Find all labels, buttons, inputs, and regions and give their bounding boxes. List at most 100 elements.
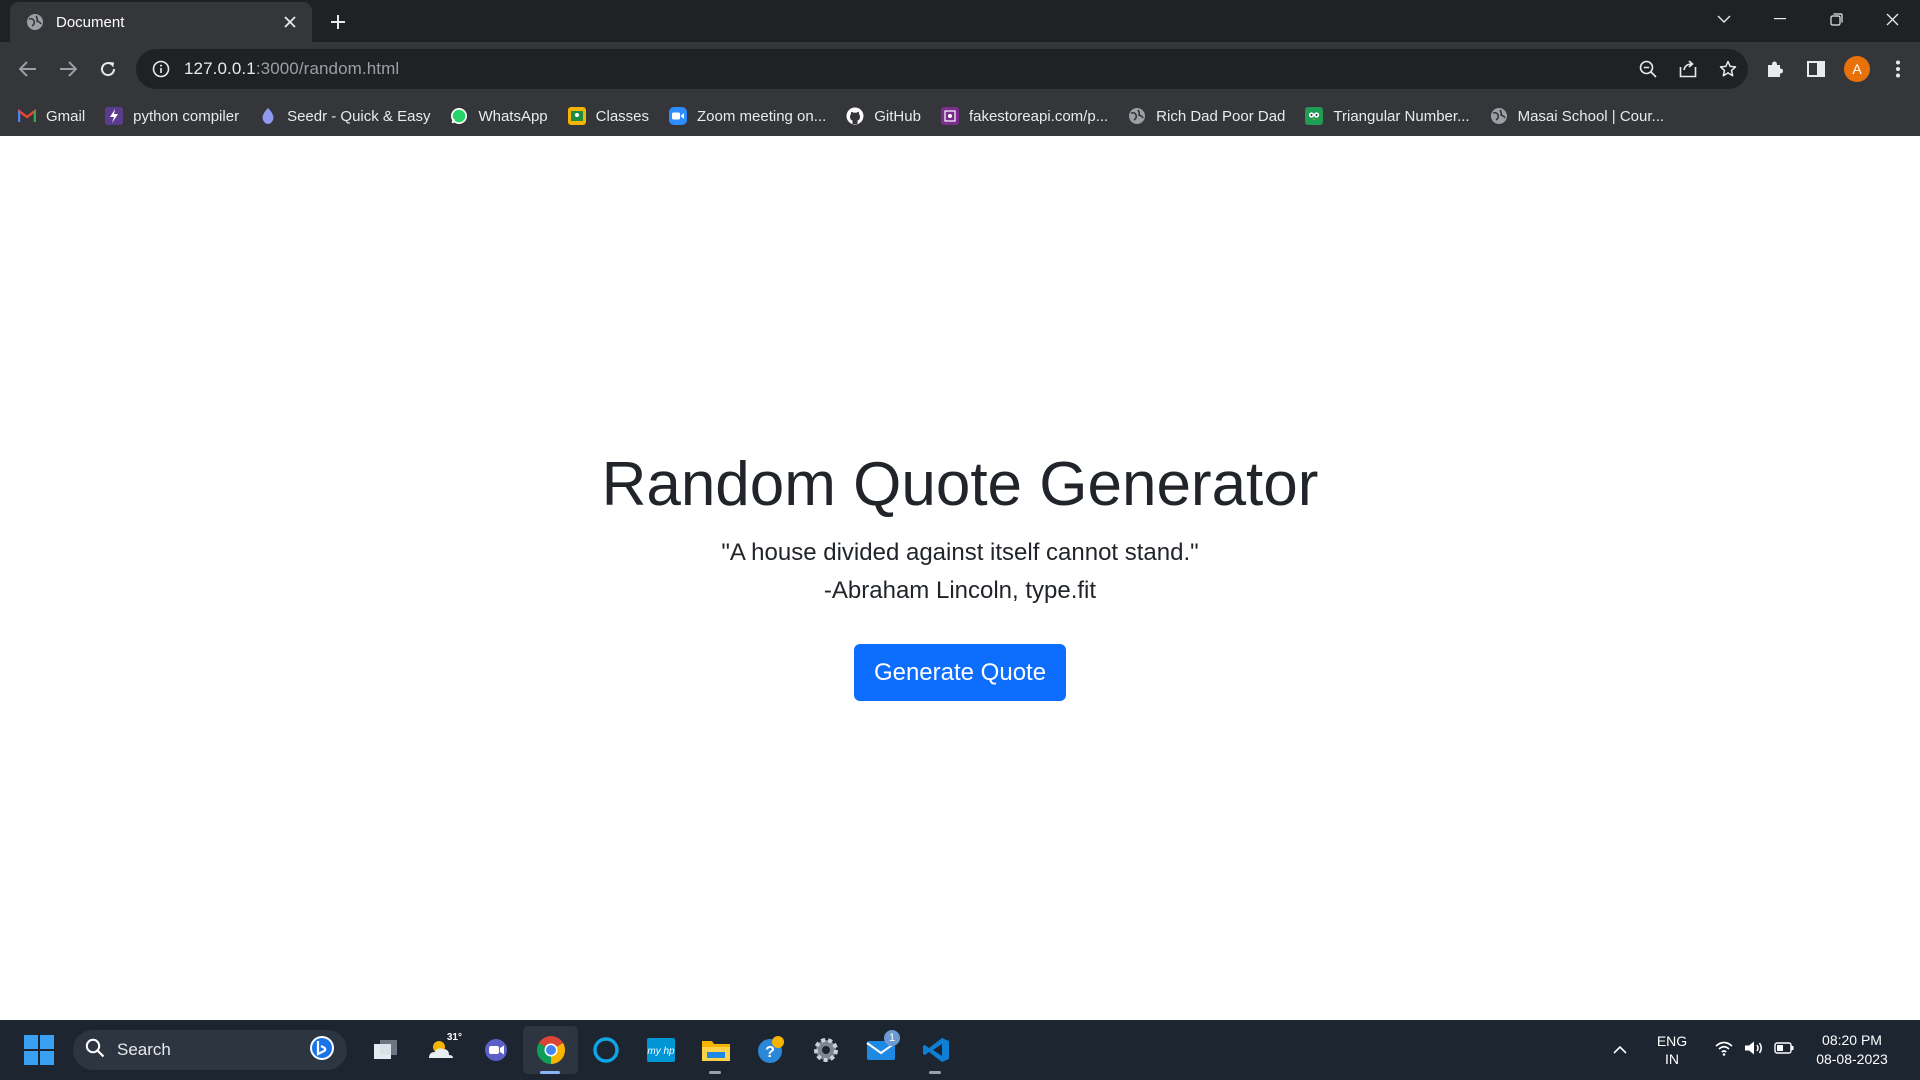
omnibox-actions xyxy=(1628,49,1748,89)
bookmark-label: fakestoreapi.com/p... xyxy=(968,107,1109,125)
svg-text:?: ? xyxy=(765,1044,775,1061)
share-icon[interactable] xyxy=(1668,49,1708,89)
vscode-icon[interactable] xyxy=(908,1026,963,1074)
wifi-icon xyxy=(1714,1040,1734,1061)
bookmark-label: GitHub xyxy=(874,107,921,125)
whatsapp-icon xyxy=(450,107,468,125)
windows-start-icon[interactable] xyxy=(24,1035,54,1065)
chrome-icon[interactable] xyxy=(523,1026,578,1074)
mail-badge: 1 xyxy=(884,1030,900,1046)
avatar: A xyxy=(1844,56,1870,82)
extensions-puzzle-icon[interactable] xyxy=(1759,53,1791,85)
close-tab-icon[interactable] xyxy=(280,12,300,32)
browser-toolbar: 127.0.0.1:3000/random.html A xyxy=(0,42,1920,96)
taskbar-apps: 31° my hp ? 1 xyxy=(358,1026,963,1074)
windows-taskbar: Search 31° my hp ? 1 ENG IN 08:20 PM 08-… xyxy=(0,1020,1920,1080)
bookmark-label: Triangular Number... xyxy=(1333,107,1470,125)
bookmark-zoom[interactable]: Zoom meeting on... xyxy=(669,107,826,125)
forward-arrow-icon[interactable] xyxy=(52,53,84,85)
fakestore-icon xyxy=(940,107,959,125)
side-panel-icon[interactable] xyxy=(1800,53,1832,85)
bookmark-github[interactable]: GitHub xyxy=(846,107,921,125)
globe-icon xyxy=(1490,107,1508,125)
toolbar-right: A xyxy=(1759,53,1914,85)
system-tray: ENG IN 08:20 PM 08-08-2023 xyxy=(1600,1020,1920,1080)
tab-search-chevron-icon[interactable] xyxy=(1696,0,1752,38)
url-text[interactable]: 127.0.0.1:3000/random.html xyxy=(184,59,399,79)
kebab-menu-icon[interactable] xyxy=(1882,53,1914,85)
globe-icon xyxy=(26,13,44,31)
mail-icon[interactable]: 1 xyxy=(853,1026,908,1074)
page-viewport: Random Quote Generator "A house divided … xyxy=(0,136,1920,1020)
bookmark-star-icon[interactable] xyxy=(1708,49,1748,89)
window-controls xyxy=(1696,0,1920,38)
taskbar-search-label: Search xyxy=(117,1040,171,1059)
running-indicator xyxy=(709,1071,721,1074)
globe-icon xyxy=(1128,107,1146,125)
language-indicator[interactable]: ENG IN xyxy=(1640,1032,1704,1068)
page-title: Random Quote Generator xyxy=(601,450,1319,519)
browser-tab-document[interactable]: Document xyxy=(10,2,312,42)
file-explorer-icon[interactable] xyxy=(688,1026,743,1074)
bookmark-label: Seedr - Quick & Easy xyxy=(287,107,431,125)
bookmark-whatsapp[interactable]: WhatsApp xyxy=(450,107,548,125)
seedr-icon xyxy=(259,107,277,125)
task-view-icon[interactable] xyxy=(358,1026,413,1074)
volume-icon xyxy=(1744,1040,1764,1061)
url-host: 127.0.0.1 xyxy=(184,59,256,78)
clock-date: 08-08-2023 xyxy=(1816,1051,1888,1067)
browser-tab-strip: Document xyxy=(0,0,1920,42)
cortana-icon[interactable] xyxy=(578,1026,633,1074)
weather-widget-icon[interactable]: 31° xyxy=(413,1026,468,1074)
site-info-icon[interactable] xyxy=(150,58,172,80)
bookmark-seedr[interactable]: Seedr - Quick & Easy xyxy=(259,107,430,125)
region-code: IN xyxy=(1665,1051,1679,1067)
taskbar-clock[interactable]: 08:20 PM 08-08-2023 xyxy=(1804,1031,1900,1069)
generate-quote-button[interactable]: Generate Quote xyxy=(853,644,1067,702)
weather-temp: 31° xyxy=(446,1032,462,1043)
myhp-icon[interactable]: my hp xyxy=(633,1026,688,1074)
url-path: :3000/random.html xyxy=(255,59,400,78)
reload-icon[interactable] xyxy=(92,53,124,85)
bookmark-fakestoreapi[interactable]: fakestoreapi.com/p... xyxy=(940,107,1109,125)
zoom-icon xyxy=(669,107,688,125)
new-tab-button[interactable] xyxy=(324,9,352,35)
address-bar[interactable]: 127.0.0.1:3000/random.html xyxy=(136,49,1748,89)
bookmarks-bar: Gmail python compiler Seedr - Quick & Ea… xyxy=(0,96,1920,136)
settings-gear-icon[interactable] xyxy=(798,1026,853,1074)
bing-icon[interactable] xyxy=(309,1035,335,1066)
bookmark-python-compiler[interactable]: python compiler xyxy=(105,107,239,125)
bookmark-label: Zoom meeting on... xyxy=(697,107,827,125)
gmail-icon xyxy=(18,107,36,125)
owl-icon xyxy=(1305,107,1324,125)
get-help-icon[interactable]: ? xyxy=(743,1026,798,1074)
close-window-icon[interactable] xyxy=(1864,0,1920,38)
quote-text: "A house divided against itself cannot s… xyxy=(721,539,1199,567)
restore-icon[interactable] xyxy=(1808,0,1864,38)
bookmark-classes[interactable]: Classes xyxy=(567,107,650,125)
zoom-icon[interactable] xyxy=(1628,49,1668,89)
active-indicator xyxy=(540,1071,560,1074)
minimize-icon[interactable] xyxy=(1752,0,1808,38)
tab-title: Document xyxy=(56,13,125,31)
quick-settings[interactable] xyxy=(1704,1040,1804,1061)
svg-text:my hp: my hp xyxy=(647,1046,675,1057)
clock-time: 08:20 PM xyxy=(1822,1032,1882,1048)
bookmark-label: Masai School | Cour... xyxy=(1517,107,1665,125)
taskbar-search-box[interactable]: Search xyxy=(73,1030,347,1070)
bookmark-label: Classes xyxy=(595,107,650,125)
bookmark-label: Rich Dad Poor Dad xyxy=(1156,107,1286,125)
bookmark-label: WhatsApp xyxy=(478,107,548,125)
bookmark-rich-dad[interactable]: Rich Dad Poor Dad xyxy=(1128,107,1285,125)
profile-avatar[interactable]: A xyxy=(1841,53,1873,85)
bookmark-masai-school[interactable]: Masai School | Cour... xyxy=(1490,107,1664,125)
classroom-icon xyxy=(567,107,586,125)
show-hidden-icons-chevron-icon[interactable] xyxy=(1600,1020,1640,1080)
bookmark-gmail[interactable]: Gmail xyxy=(18,107,85,125)
bookmark-triangular-number[interactable]: Triangular Number... xyxy=(1305,107,1470,125)
battery-icon xyxy=(1774,1041,1794,1059)
teams-meet-icon[interactable] xyxy=(468,1026,523,1074)
back-arrow-icon[interactable] xyxy=(12,53,44,85)
quote-author: -Abraham Lincoln, type.fit xyxy=(823,577,1097,605)
search-icon xyxy=(85,1038,105,1063)
